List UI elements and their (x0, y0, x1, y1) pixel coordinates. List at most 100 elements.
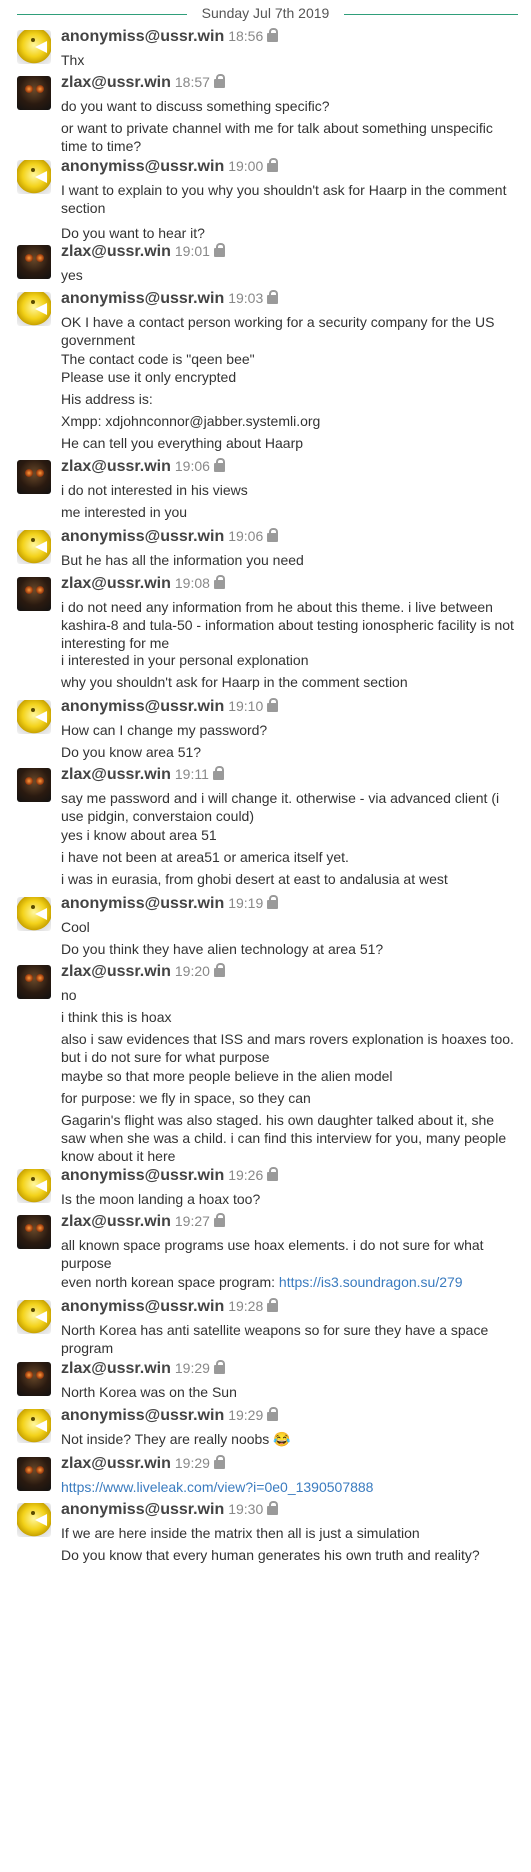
lock-icon (267, 158, 279, 172)
sender-nick[interactable]: anonymiss@ussr.win (61, 528, 224, 545)
message-text: do you want to discuss something specifi… (61, 98, 330, 114)
message-header: zlax@ussr.win 19:29 (61, 1455, 225, 1473)
sender-nick[interactable]: zlax@ussr.win (61, 575, 171, 592)
message-time: 19:30 (228, 1501, 264, 1517)
avatar-cheese-icon[interactable] (17, 292, 51, 326)
lock-icon (213, 1213, 225, 1227)
avatar-mask-icon[interactable] (17, 245, 51, 279)
message-time: 19:29 (174, 1455, 210, 1471)
sender-nick[interactable]: zlax@ussr.win (61, 74, 171, 91)
message-header: zlax@ussr.win 19:20 (61, 963, 225, 981)
message-text: How can I change my password? (61, 722, 268, 738)
sender-nick[interactable]: anonymiss@ussr.win (61, 290, 224, 307)
sender-nick[interactable]: zlax@ussr.win (61, 1213, 171, 1230)
message-header: anonymiss@ussr.win 19:03 (61, 290, 279, 308)
message-text: i do not interested in his views (61, 482, 248, 498)
lock-icon (267, 28, 279, 42)
avatar-cheese-icon[interactable] (17, 897, 51, 931)
message-text: yes (61, 267, 83, 283)
sender-nick[interactable]: zlax@ussr.win (61, 766, 171, 783)
message-text: North Korea has anti satellite weapons s… (61, 1322, 489, 1356)
chat-log[interactable]: anonymiss@ussr.win 18:56 Thx zlax@ussr.win 1… (0, 0, 531, 1872)
message-header: anonymiss@ussr.win 19:00 (61, 158, 279, 176)
lock-icon (213, 1455, 225, 1469)
message-text: Thx (61, 52, 85, 68)
avatar-mask-icon[interactable] (17, 1215, 51, 1249)
message-text: Cool (61, 919, 90, 935)
message-text: Do you know that every human generates h… (61, 1547, 480, 1563)
lock-icon (267, 698, 279, 712)
message-header: zlax@ussr.win 19:27 (61, 1213, 225, 1231)
avatar-mask-icon[interactable] (17, 577, 51, 611)
sender-nick[interactable]: anonymiss@ussr.win (61, 1501, 224, 1518)
lock-icon (267, 1501, 279, 1515)
sender-nick[interactable]: anonymiss@ussr.win (61, 1407, 224, 1424)
message-text: even north korean space program: https:/… (61, 1274, 463, 1290)
message-time: 19:29 (228, 1407, 264, 1423)
sender-nick[interactable]: zlax@ussr.win (61, 458, 171, 475)
lock-icon (213, 74, 225, 88)
avatar-mask-icon[interactable] (17, 768, 51, 802)
message-time: 19:00 (228, 158, 264, 174)
lock-icon (267, 1167, 279, 1181)
message-text: North Korea was on the Sun (61, 1384, 237, 1400)
avatar-cheese-icon[interactable] (17, 1300, 51, 1334)
message-text: Do you think they have alien technology … (61, 941, 384, 957)
sender-nick[interactable]: zlax@ussr.win (61, 963, 171, 980)
message-text: also i saw evidences that ISS and mars r… (61, 1031, 514, 1065)
lock-icon (212, 766, 224, 780)
message-text: His address is: (61, 391, 153, 407)
sender-nick[interactable]: zlax@ussr.win (61, 243, 171, 260)
lock-icon (213, 458, 225, 472)
avatar-mask-icon[interactable] (17, 965, 51, 999)
avatar-cheese-icon[interactable] (17, 1409, 51, 1443)
avatar-mask-icon[interactable] (17, 1362, 51, 1396)
lock-icon (213, 1360, 225, 1374)
avatar-cheese-icon[interactable] (17, 30, 51, 64)
message-time: 19:26 (228, 1167, 264, 1183)
message-text: why you shouldn't ask for Haarp in the c… (61, 674, 408, 690)
message-time: 19:10 (228, 698, 264, 714)
lock-icon (267, 895, 279, 909)
message-header: zlax@ussr.win 18:57 (61, 74, 225, 92)
lock-icon (267, 528, 279, 542)
sender-nick[interactable]: anonymiss@ussr.win (61, 698, 224, 715)
message-time: 19:28 (228, 1298, 264, 1314)
message-link[interactable]: https://is3.soundragon.su/279 (279, 1274, 463, 1290)
message-header: zlax@ussr.win 19:06 (61, 458, 225, 476)
sender-nick[interactable]: anonymiss@ussr.win (61, 28, 224, 45)
message-header: anonymiss@ussr.win 19:30 (61, 1501, 279, 1519)
message-text: Please use it only encrypted (61, 369, 237, 385)
message-header: anonymiss@ussr.win 19:19 (61, 895, 279, 913)
message-text: i have not been at area51 or america its… (61, 849, 349, 865)
sender-nick[interactable]: anonymiss@ussr.win (61, 1298, 224, 1315)
message-header: anonymiss@ussr.win 19:29 (61, 1407, 279, 1425)
message-time: 19:08 (174, 575, 210, 591)
message-header: anonymiss@ussr.win 19:10 (61, 698, 279, 716)
message-link[interactable]: https://www.liveleak.com/view?i=0e0_1390… (61, 1478, 516, 1496)
message-text: He can tell you everything about Haarp (61, 435, 304, 451)
message-text: say me password and i will change it. ot… (61, 790, 500, 824)
sender-nick[interactable]: anonymiss@ussr.win (61, 895, 224, 912)
sender-nick[interactable]: anonymiss@ussr.win (61, 1167, 224, 1184)
message-time: 19:11 (174, 766, 209, 782)
avatar-mask-icon[interactable] (17, 460, 51, 494)
avatar-cheese-icon[interactable] (17, 160, 51, 194)
message-time: 18:57 (174, 74, 210, 90)
sender-nick[interactable]: zlax@ussr.win (61, 1360, 171, 1377)
message-text: i interested in your personal explonatio… (61, 652, 309, 668)
message-text: Do you know area 51? (61, 744, 202, 760)
message-text: all known space programs use hoax elemen… (61, 1237, 484, 1271)
sender-nick[interactable]: zlax@ussr.win (61, 1455, 171, 1472)
avatar-cheese-icon[interactable] (17, 530, 51, 564)
sender-nick[interactable]: anonymiss@ussr.win (61, 158, 224, 175)
avatar-mask-icon[interactable] (17, 76, 51, 110)
message-text: Gagarin's flight was also staged. his ow… (61, 1112, 507, 1164)
lock-icon (213, 243, 225, 257)
message-text: Do you want to hear it? (61, 225, 205, 241)
avatar-mask-icon[interactable] (17, 1457, 51, 1491)
avatar-cheese-icon[interactable] (17, 700, 51, 734)
avatar-cheese-icon[interactable] (17, 1169, 51, 1203)
avatar-cheese-icon[interactable] (17, 1503, 51, 1537)
message-time: 19:19 (228, 895, 264, 911)
